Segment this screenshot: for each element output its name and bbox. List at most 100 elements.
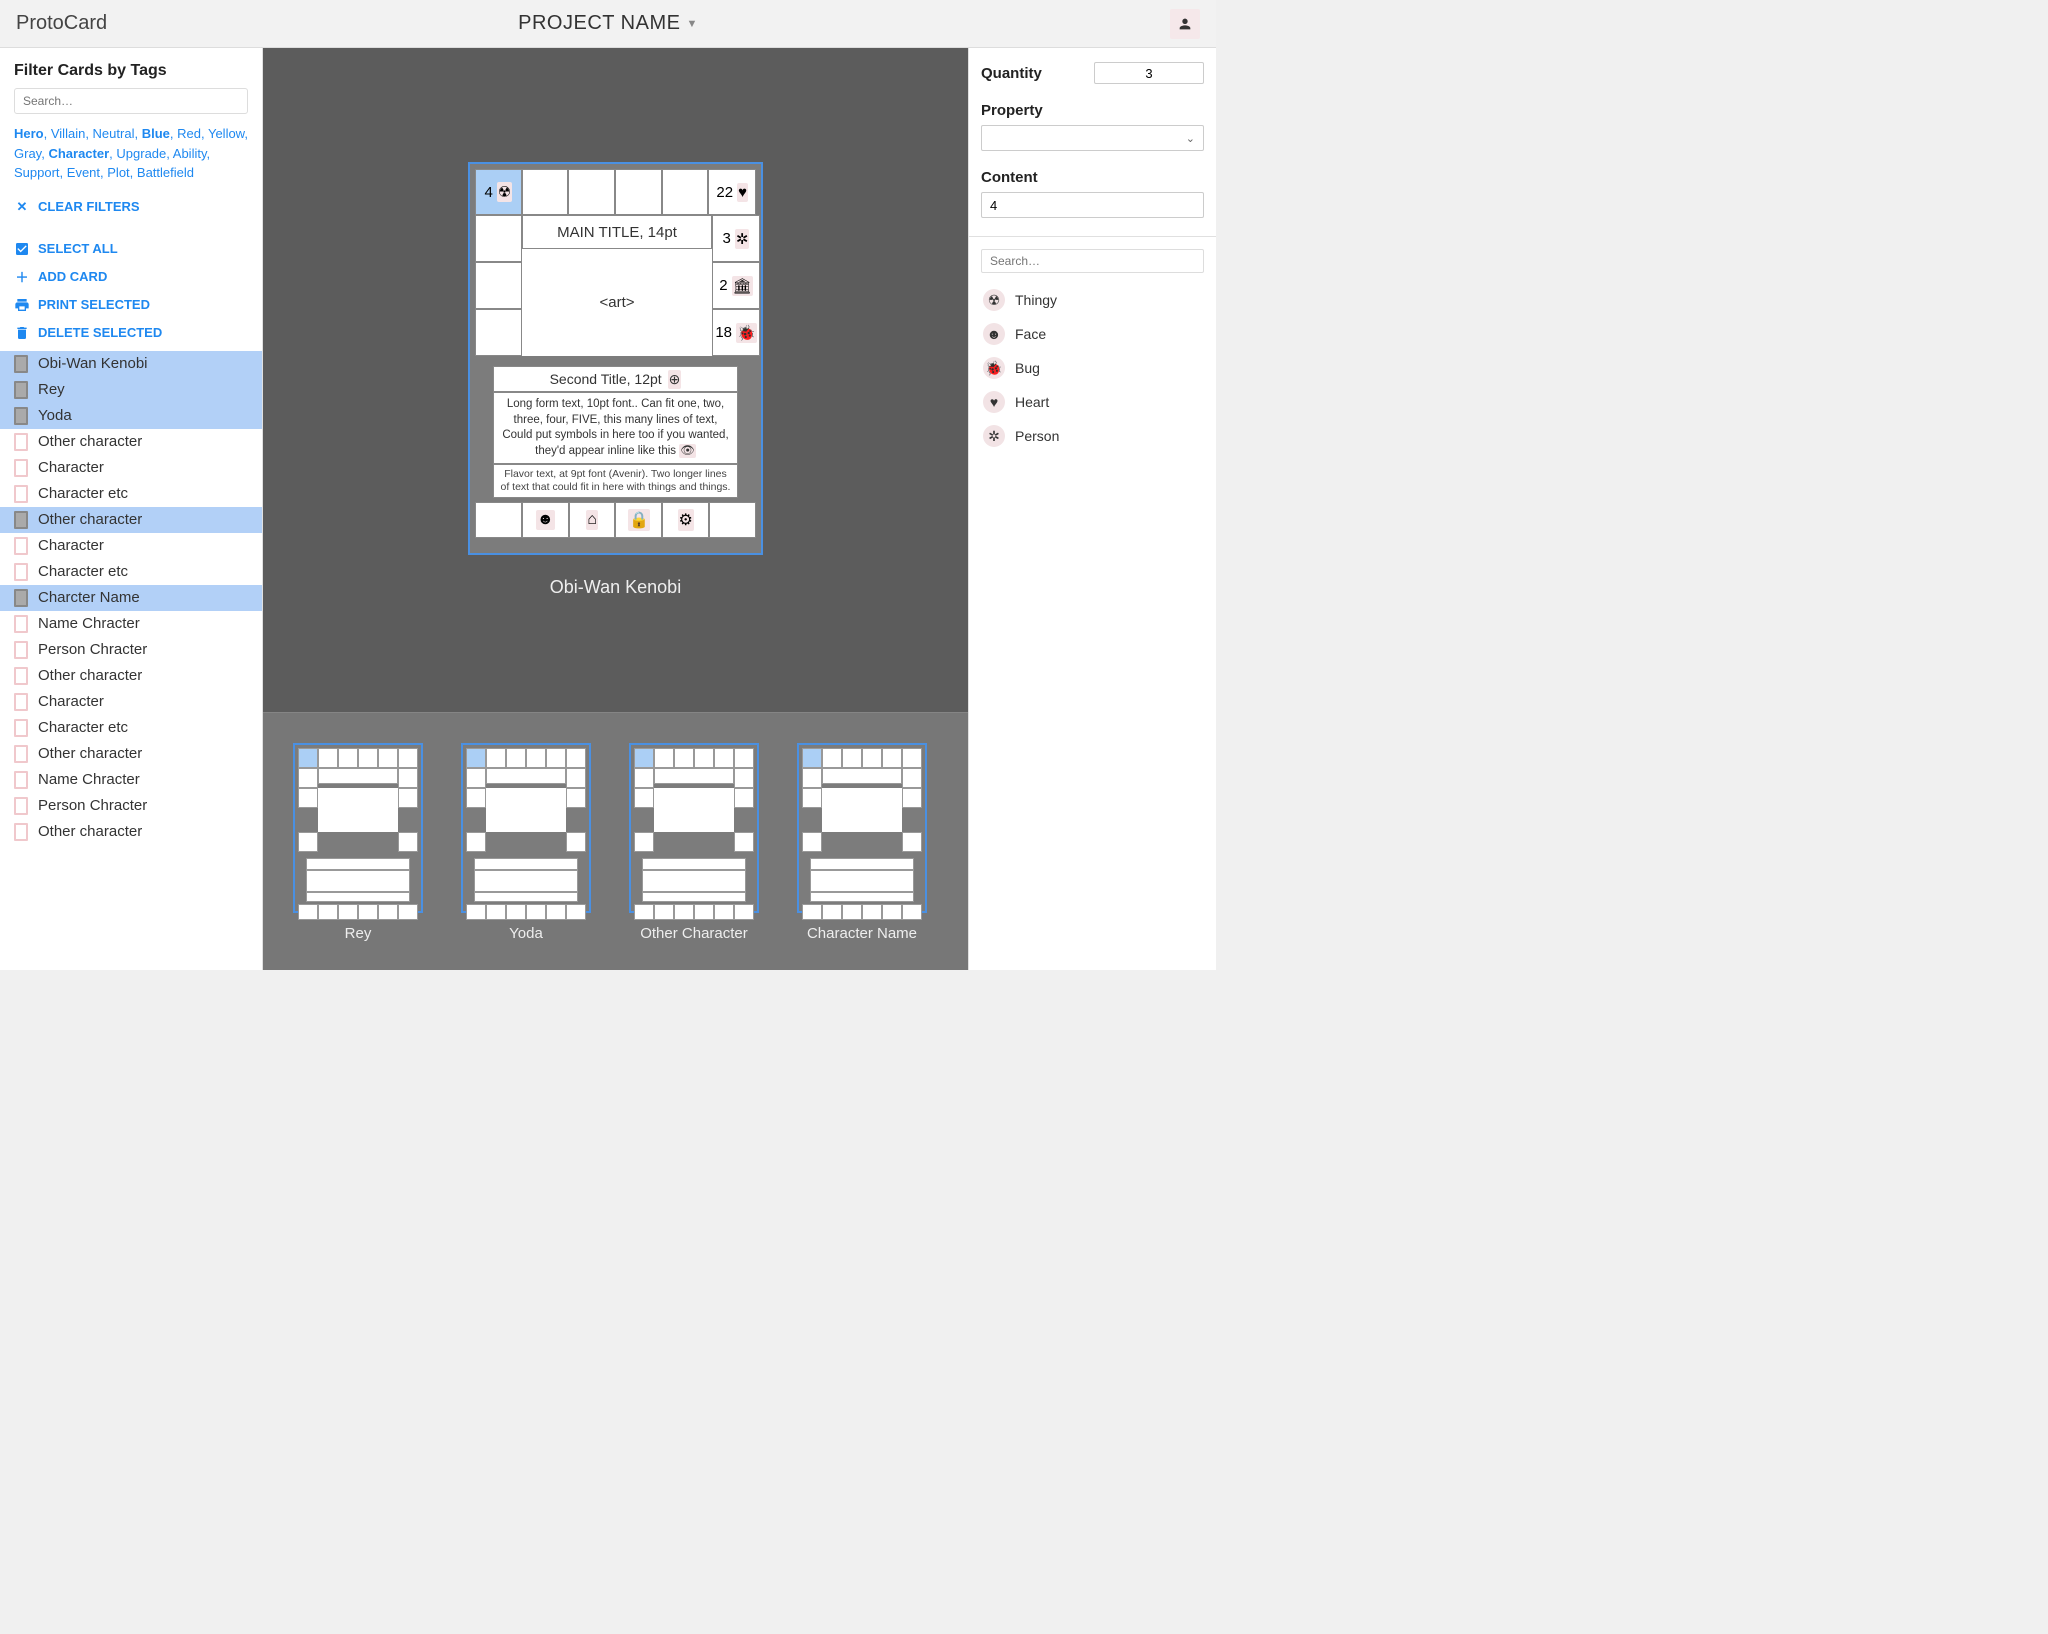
card-footer-slot[interactable] [709,502,756,538]
card-footer-icon[interactable]: 🔒 [615,502,662,538]
tag[interactable]: Support [14,165,60,180]
tag[interactable]: Hero [14,126,44,141]
card-list-item[interactable]: Other character [0,741,262,767]
card-list-item[interactable]: Character etc [0,559,262,585]
card-top-slot[interactable] [615,169,662,215]
card-list-item[interactable]: Character etc [0,715,262,741]
tag[interactable]: Battlefield [137,165,194,180]
card-list-item[interactable]: Other character [0,507,262,533]
card-list-item[interactable]: Other character [0,663,262,689]
tag[interactable]: Neutral [93,126,135,141]
tag[interactable]: Gray [14,146,41,161]
card-top-slot[interactable] [568,169,615,215]
symbol-item[interactable]: 🐞Bug [981,351,1204,385]
card-left-slot[interactable] [475,309,522,356]
symbol-item[interactable]: ☢Thingy [981,283,1204,317]
tag[interactable]: Red [177,126,201,141]
tag-list[interactable]: Hero, Villain, Neutral, Blue, Red, Yello… [14,124,248,183]
card-thumbnail[interactable]: Rey [293,743,423,942]
card-top-slot[interactable] [662,169,709,215]
card-list-item[interactable]: Obi-Wan Kenobi [0,351,262,377]
card-list-item[interactable]: Character etc [0,481,262,507]
card-list-item[interactable]: Charcter Name [0,585,262,611]
divider [969,236,1216,237]
print-selected-button[interactable]: PRINT SELECTED [0,291,262,319]
tag[interactable]: , [85,126,92,141]
tag[interactable]: Villain [51,126,85,141]
card-list-item[interactable]: Other character [0,429,262,455]
card-preview[interactable]: 4 ☢ 22 ♥ [468,162,763,555]
symbol-item[interactable]: ☻Face [981,317,1204,351]
chevron-down-icon: ⌄ [1186,132,1195,145]
card-stat-cost[interactable]: 4 ☢ [475,169,522,215]
card-list-item[interactable]: Name Chracter [0,767,262,793]
tag[interactable]: , [130,165,137,180]
tag[interactable]: Upgrade [116,146,166,161]
card-list-item[interactable]: Character [0,689,262,715]
account-button[interactable] [1170,9,1200,39]
card-list-item[interactable]: Other character [0,819,262,845]
card-second-title[interactable]: Second Title, 12pt ⊕ [493,366,738,392]
card-flavor-text[interactable]: Flavor text, at 9pt font (Avenir). Two l… [493,464,738,498]
tag[interactable]: , [201,126,208,141]
card-chip-icon [14,381,28,399]
card-list-item[interactable]: Person Chracter [0,793,262,819]
card-list-item[interactable]: Character [0,455,262,481]
select-all-button[interactable]: SELECT ALL [0,235,262,263]
eye-icon: 👁 [679,444,696,458]
card-footer-icon[interactable]: ☻ [522,502,569,538]
card-thumbnail[interactable]: Character Name [797,743,927,942]
card-chip-icon [14,433,28,451]
card-list-item-label: Charcter Name [38,589,140,606]
tag[interactable]: Event [67,165,100,180]
card-footer-slot[interactable] [475,502,522,538]
tag[interactable]: Blue [142,126,170,141]
card-art-area[interactable]: <art> [522,249,712,356]
card-right-stat[interactable]: 18 🐞 [712,309,760,356]
card-thumbnail[interactable]: Yoda [461,743,591,942]
card-thumbnail-label: Yoda [509,925,543,942]
card-chip-icon [14,823,28,841]
card-body-text[interactable]: Long form text, 10pt font.. Can fit one,… [493,392,738,464]
add-card-button[interactable]: ＋ ADD CARD [0,263,262,291]
card-footer-icon[interactable]: ⚙ [662,502,709,538]
tag[interactable]: , [134,126,141,141]
card-list-item-label: Character etc [38,563,128,580]
card-footer-icon[interactable]: ⌂ [569,502,616,538]
tag[interactable]: , [60,165,67,180]
tag[interactable]: , [244,126,248,141]
card-left-slot[interactable] [475,215,522,262]
symbol-item[interactable]: ✲Person [981,419,1204,453]
gear-icon: ⚙ [678,509,694,531]
tag-search-input[interactable] [14,88,248,114]
quantity-input[interactable] [1094,62,1204,84]
card-chip-icon [14,641,28,659]
project-name-dropdown[interactable]: PROJECT NAME ▼ [518,12,698,35]
symbol-search-input[interactable] [981,249,1204,273]
symbol-list: ☢Thingy☻Face🐞Bug♥Heart✲Person [981,283,1204,453]
card-list-item[interactable]: Rey [0,377,262,403]
delete-selected-button[interactable]: DELETE SELECTED [0,319,262,347]
card-right-stat[interactable]: 3 ✲ [712,215,760,262]
content-input[interactable] [981,192,1204,218]
card-list-item[interactable]: Character [0,533,262,559]
card-top-slot[interactable] [522,169,569,215]
card-list-item[interactable]: Person Chracter [0,637,262,663]
card-right-stat[interactable]: 2 🏛 [712,262,760,309]
card-thumbnail[interactable]: Other Character [629,743,759,942]
tag[interactable]: Yellow [208,126,244,141]
clear-filters-button[interactable]: ✕ CLEAR FILTERS [0,193,262,221]
card-list-item[interactable]: Yoda [0,403,262,429]
property-select[interactable]: ⌄ [981,125,1204,151]
card-main-title[interactable]: MAIN TITLE, 14pt [522,215,712,249]
tag[interactable]: , [44,126,51,141]
face-icon: ☻ [536,510,555,530]
tag[interactable]: , [207,146,211,161]
card-stat-health[interactable]: 22 ♥ [708,169,756,215]
card-list-item[interactable]: Name Chracter [0,611,262,637]
card-left-slot[interactable] [475,262,522,309]
tag[interactable]: Character [48,146,109,161]
symbol-item[interactable]: ♥Heart [981,385,1204,419]
tag[interactable]: Ability [173,146,207,161]
tag[interactable]: Plot [107,165,129,180]
